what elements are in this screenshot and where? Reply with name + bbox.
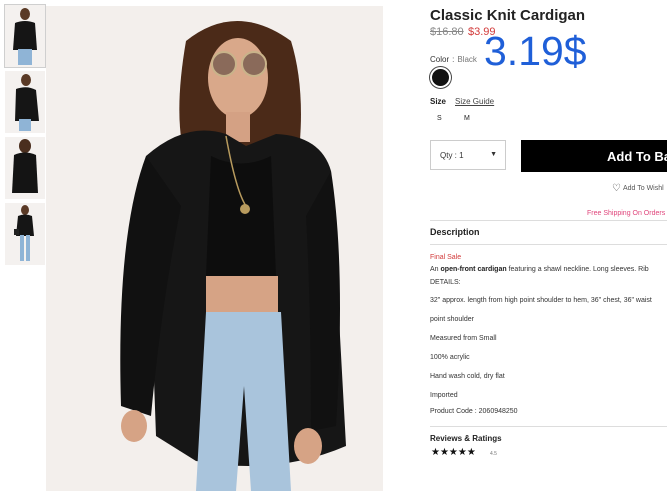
detail-line: Imported (430, 392, 458, 399)
thumbnail-full[interactable] (5, 203, 45, 265)
detail-line: Hand wash cold, dry flat (430, 373, 505, 380)
detail-line: point shoulder (430, 316, 474, 323)
thumbnail-front-image (5, 5, 45, 67)
intro-rest: featuring a shawl neckline. Long sleeves… (506, 266, 649, 273)
size-option-m[interactable]: M (464, 115, 470, 122)
thumbnail-back[interactable] (5, 137, 45, 199)
wishlist-label: Add To Wishl (622, 185, 664, 192)
main-product-image (46, 6, 383, 491)
add-to-bag-button[interactable]: Add To Ba (521, 140, 667, 172)
model-wearing-cardigan-illustration (46, 6, 383, 491)
overlay-price: 3.19$ (484, 28, 587, 74)
description-heading: Description (430, 227, 480, 237)
rating-score: 4.5 (490, 451, 497, 457)
star-rating-icon[interactable]: ★★★★★ (431, 447, 476, 458)
thumbnail-back-image (5, 137, 45, 199)
thumbnail-full-image (5, 203, 45, 265)
size-option-s[interactable]: S (437, 115, 442, 122)
reviews-heading: Reviews & Ratings (430, 434, 502, 443)
color-label-text: Color (430, 55, 450, 64)
quantity-select[interactable]: Qty : 1 ▼ (430, 140, 506, 170)
thumbnail-side-image (5, 71, 45, 133)
product-code: Product Code : 2060948250 (430, 408, 518, 415)
thumbnail-strip (4, 4, 46, 269)
size-label: Size (430, 97, 447, 106)
dropdown-arrow-icon: ▼ (490, 151, 497, 158)
product-title: Classic Knit Cardigan (430, 7, 586, 24)
add-to-wishlist-link[interactable]: ♡ Add To Wishl (612, 183, 664, 194)
divider (430, 426, 667, 427)
description-intro: An open-front cardigan featuring a shawl… (430, 266, 649, 273)
heart-icon: ♡ (612, 183, 621, 194)
final-sale-label: Final Sale (430, 254, 462, 261)
color-value: Black (457, 55, 477, 64)
size-guide-link[interactable]: Size Guide (455, 97, 494, 106)
color-swatch-black[interactable] (430, 67, 451, 88)
intro-prefix: An (430, 266, 441, 273)
detail-line: 100% acrylic (430, 354, 470, 361)
details-label: DETAILS: (430, 279, 461, 286)
divider (430, 244, 667, 245)
detail-line: 32" approx. length from high point shoul… (430, 297, 652, 304)
free-shipping-banner[interactable]: Free Shipping On Orders (587, 210, 665, 217)
color-separator: : (452, 55, 455, 64)
quantity-value: Qty : 1 (440, 151, 464, 160)
detail-line: Measured from Small (430, 335, 497, 342)
divider (430, 220, 667, 221)
thumbnail-front[interactable] (4, 4, 46, 68)
color-label: Color: Black (430, 55, 477, 64)
thumbnail-side[interactable] (5, 71, 45, 133)
intro-bold: open-front cardigan (440, 266, 507, 273)
original-price: $16.80 (430, 26, 464, 38)
